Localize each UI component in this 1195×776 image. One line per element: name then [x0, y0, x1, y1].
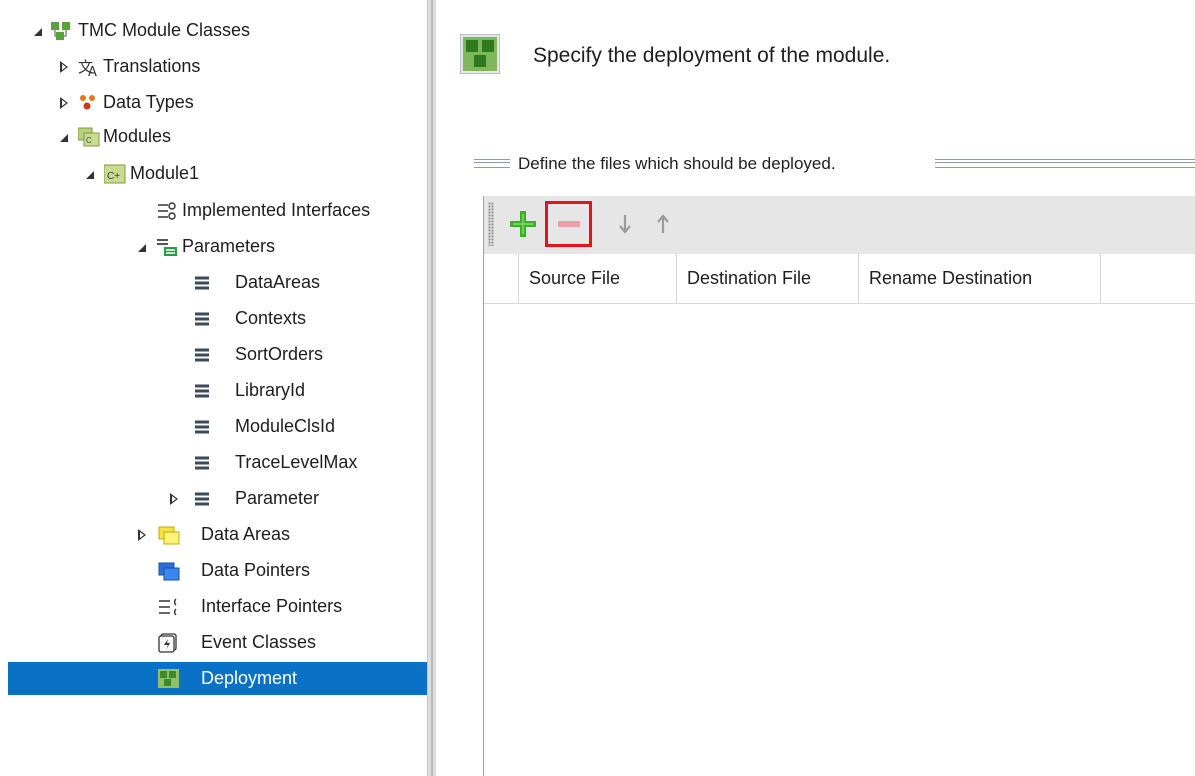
- expand-arrow-icon[interactable]: [134, 230, 150, 263]
- collapse-arrow-icon[interactable]: [56, 50, 72, 83]
- tree-item-event-classes[interactable]: Event Classes: [8, 626, 427, 659]
- tree-item-parameter[interactable]: Parameter: [8, 482, 427, 515]
- files-group-header: Define the files which should be deploye…: [474, 154, 1195, 174]
- tree-item-label: SortOrders: [235, 344, 324, 364]
- tree-item-label: Parameter: [235, 488, 320, 508]
- column-header-source-file[interactable]: Source File: [519, 254, 677, 303]
- toolbar-grip[interactable]: [488, 202, 494, 246]
- expand-arrow-icon[interactable]: [56, 120, 72, 153]
- column-header-rename-destination[interactable]: Rename Destination: [859, 254, 1101, 303]
- group-title: Define the files which should be deploye…: [518, 154, 836, 173]
- grid-header-row: Source File Destination File Rename Dest…: [484, 254, 1195, 304]
- tree-item-label: Data Pointers: [201, 560, 311, 580]
- parameter-icon: [192, 453, 214, 473]
- tree-item-parameter[interactable]: Contexts: [8, 302, 427, 335]
- panel-splitter[interactable]: [427, 0, 436, 776]
- row-header-corner[interactable]: [484, 254, 519, 303]
- tree-item-deployment[interactable]: Deployment: [8, 662, 427, 695]
- tree-item-label: Translations: [103, 56, 201, 76]
- modules-icon: C: [78, 127, 100, 147]
- event-classes-icon: [158, 633, 180, 653]
- tree-item-parameter[interactable]: LibraryId: [8, 374, 427, 407]
- tree-item-label: Module1: [130, 163, 200, 183]
- group-divider: [935, 159, 1195, 168]
- move-down-button[interactable]: [612, 211, 638, 237]
- module-tree: TMC Module Classes 文A Translations Data …: [0, 0, 427, 776]
- module-icon: C+: [104, 164, 126, 184]
- tree-item-label: TraceLevelMax: [235, 452, 358, 472]
- tree-item-parameter[interactable]: SortOrders: [8, 338, 427, 371]
- tree-item-label: Data Types: [103, 92, 194, 112]
- parameter-icon: [192, 417, 214, 437]
- tree-item-label: ModuleClsId: [235, 416, 336, 436]
- group-divider: [474, 159, 510, 168]
- interfaces-icon: [156, 201, 178, 221]
- tree-item-label: Interface Pointers: [201, 596, 343, 616]
- parameter-icon: [192, 345, 214, 365]
- move-up-button[interactable]: [650, 211, 676, 237]
- column-header-destination-file[interactable]: Destination File: [677, 254, 859, 303]
- tree-item-parameter[interactable]: TraceLevelMax: [8, 446, 427, 479]
- arrow-down-icon: [619, 215, 631, 234]
- tree-item-label: Modules: [103, 126, 172, 146]
- tree-item-label: Implemented Interfaces: [182, 200, 371, 220]
- tree-item-data-pointers[interactable]: Data Pointers: [8, 554, 427, 587]
- parameters-icon: [156, 237, 178, 257]
- data-types-icon: [78, 93, 100, 113]
- tree-item-parameter[interactable]: DataAreas: [8, 266, 427, 299]
- data-areas-icon: [158, 525, 180, 545]
- tree-item-module1[interactable]: C+ Module1: [8, 157, 427, 190]
- highlight-annotation: [545, 201, 592, 247]
- tree-item-parameters[interactable]: Parameters: [8, 230, 427, 263]
- interface-pointers-icon: [158, 597, 180, 617]
- tree-item-label: Event Classes: [201, 632, 317, 652]
- tree-item-label: LibraryId: [235, 380, 306, 400]
- tree-item-tmc-module-classes[interactable]: TMC Module Classes: [8, 14, 427, 47]
- add-file-button[interactable]: [510, 211, 536, 237]
- grid-body[interactable]: [484, 304, 1195, 776]
- deployment-icon: [158, 669, 180, 689]
- parameter-icon: [192, 273, 214, 293]
- tree-item-label: Parameters: [182, 236, 276, 256]
- tree-item-label: TMC Module Classes: [78, 20, 251, 40]
- svg-text:C: C: [86, 136, 92, 145]
- deployment-files-grid: Source File Destination File Rename Dest…: [483, 196, 1195, 776]
- tree-item-data-areas[interactable]: Data Areas: [8, 518, 427, 551]
- tree-item-label: Contexts: [235, 308, 307, 328]
- tree-item-data-types[interactable]: Data Types: [8, 86, 427, 119]
- collapse-arrow-icon[interactable]: [134, 518, 150, 551]
- tree-item-parameter[interactable]: ModuleClsId: [8, 410, 427, 443]
- arrow-up-icon: [657, 214, 669, 233]
- svg-text:C+: C+: [107, 171, 120, 182]
- translations-icon: 文A: [78, 57, 100, 77]
- parameter-icon: [192, 309, 214, 329]
- module-classes-icon: [50, 21, 72, 41]
- expand-arrow-icon[interactable]: [82, 157, 98, 190]
- tree-item-translations[interactable]: 文A Translations: [8, 50, 427, 83]
- tree-item-interface-pointers[interactable]: Interface Pointers: [8, 590, 427, 623]
- parameter-icon: [192, 489, 214, 509]
- data-pointers-icon: [158, 561, 180, 581]
- page-title: Specify the deployment of the module.: [533, 44, 891, 67]
- plus-icon: [510, 211, 536, 237]
- tree-item-label: Deployment: [201, 668, 298, 688]
- tree-item-label: Data Areas: [201, 524, 291, 544]
- collapse-arrow-icon[interactable]: [166, 482, 182, 515]
- svg-text:A: A: [88, 65, 97, 77]
- deployment-header-icon: [459, 33, 501, 75]
- expand-arrow-icon[interactable]: [30, 14, 46, 47]
- tree-item-label: DataAreas: [235, 272, 321, 292]
- collapse-arrow-icon[interactable]: [56, 86, 72, 119]
- tree-item-implemented-interfaces[interactable]: Implemented Interfaces: [8, 194, 427, 227]
- parameter-icon: [192, 381, 214, 401]
- grid-toolbar: [484, 196, 1195, 254]
- tree-item-modules[interactable]: C Modules: [8, 120, 427, 153]
